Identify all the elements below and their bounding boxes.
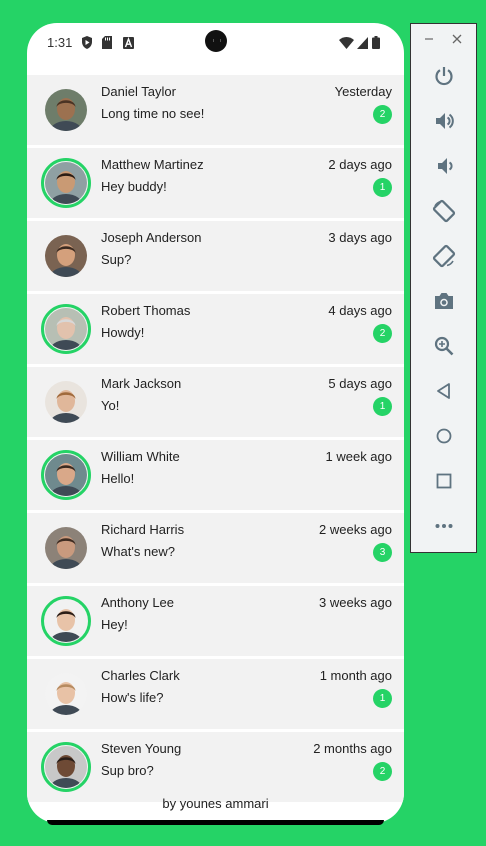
last-message: Long time no see! <box>101 106 205 121</box>
close-icon[interactable] <box>452 33 462 48</box>
camera-icon[interactable] <box>429 286 459 316</box>
shield-icon <box>81 36 93 54</box>
emulator-control-panel <box>410 23 477 553</box>
avatar <box>45 746 87 788</box>
signal-icon <box>357 36 368 54</box>
chat-list-item[interactable]: William White Hello! 1 week ago <box>27 440 404 510</box>
chat-list-item[interactable]: Charles Clark How's life? 1 month ago 1 <box>27 659 404 729</box>
contact-name: Robert Thomas <box>101 303 191 318</box>
rotate-left-icon[interactable] <box>429 196 459 226</box>
last-message: Yo! <box>101 398 120 413</box>
contact-name: Anthony Lee <box>101 595 175 610</box>
unread-badge: 1 <box>373 689 392 708</box>
status-bar: 1:31 <box>27 23 404 65</box>
avatar <box>45 162 87 204</box>
avatar <box>45 235 87 277</box>
last-message: Sup bro? <box>101 763 154 778</box>
avatar-frame[interactable] <box>41 523 91 573</box>
font-icon <box>123 36 134 54</box>
chat-list-item[interactable]: Robert Thomas Howdy! 4 days ago 2 <box>27 294 404 364</box>
avatar <box>45 527 87 569</box>
wifi-icon <box>339 36 354 54</box>
overview-icon[interactable] <box>429 466 459 496</box>
chat-list-item[interactable]: Daniel Taylor Long time no see! Yesterday 2 <box>27 75 404 145</box>
unread-badge: 1 <box>373 178 392 197</box>
more-icon[interactable] <box>429 511 459 541</box>
rotate-right-icon[interactable] <box>429 241 459 271</box>
front-camera <box>205 30 227 52</box>
avatar-online-ring[interactable] <box>41 450 91 500</box>
avatar <box>45 308 87 350</box>
avatar-frame[interactable] <box>41 377 91 427</box>
phone-bottom-edge <box>47 820 384 825</box>
battery-icon <box>372 36 380 54</box>
avatar <box>45 454 87 496</box>
last-message: Hey! <box>101 617 128 632</box>
avatar-frame[interactable] <box>41 669 91 719</box>
phone-screen: 1:31 Daniel Taylor Long time no see! Yeste… <box>27 23 404 823</box>
message-time: Yesterday <box>334 84 392 99</box>
volume-up-icon[interactable] <box>429 106 459 136</box>
chat-list-item[interactable]: Matthew Martinez Hey buddy! 2 days ago 1 <box>27 148 404 218</box>
message-time: 4 days ago <box>328 303 392 318</box>
last-message: What's new? <box>101 544 176 559</box>
unread-badge: 2 <box>373 762 392 781</box>
chat-list-item[interactable]: Joseph Anderson Sup? 3 days ago <box>27 221 404 291</box>
unread-badge: 2 <box>373 324 392 343</box>
chat-list-item[interactable]: Mark Jackson Yo! 5 days ago 1 <box>27 367 404 437</box>
message-time: 3 weeks ago <box>319 595 392 610</box>
chat-list-item[interactable]: Richard Harris What's new? 2 weeks ago 3 <box>27 513 404 583</box>
status-time: 1:31 <box>47 35 73 50</box>
contact-name: William White <box>101 449 180 464</box>
avatar-online-ring[interactable] <box>41 596 91 646</box>
contact-name: Joseph Anderson <box>101 230 202 245</box>
avatar <box>45 673 87 715</box>
last-message: Hey buddy! <box>101 179 167 194</box>
power-icon[interactable] <box>429 61 459 91</box>
avatar <box>45 600 87 642</box>
avatar <box>45 89 87 131</box>
contact-name: Richard Harris <box>101 522 185 537</box>
last-message: Howdy! <box>101 325 145 340</box>
zoom-icon[interactable] <box>429 331 459 361</box>
unread-badge: 1 <box>373 397 392 416</box>
contact-name: Charles Clark <box>101 668 180 683</box>
chat-list: Daniel Taylor Long time no see! Yesterday 2… <box>27 75 404 805</box>
contact-name: Daniel Taylor <box>101 84 176 99</box>
avatar-frame[interactable] <box>41 85 91 135</box>
message-time: 5 days ago <box>328 376 392 391</box>
last-message: Sup? <box>101 252 132 267</box>
message-time: 2 weeks ago <box>319 522 392 537</box>
contact-name: Matthew Martinez <box>101 157 204 172</box>
chat-list-item[interactable]: Anthony Lee Hey! 3 weeks ago <box>27 586 404 656</box>
footer-credit: by younes ammari <box>162 796 269 811</box>
last-message: How's life? <box>101 690 164 705</box>
avatar-online-ring[interactable] <box>41 158 91 208</box>
home-icon[interactable] <box>429 421 459 451</box>
last-message: Hello! <box>101 471 135 486</box>
back-icon[interactable] <box>429 376 459 406</box>
contact-name: Mark Jackson <box>101 376 182 391</box>
message-time: 2 months ago <box>313 741 392 756</box>
unread-badge: 3 <box>373 543 392 562</box>
avatar <box>45 381 87 423</box>
volume-down-icon[interactable] <box>429 151 459 181</box>
avatar-online-ring[interactable] <box>41 304 91 354</box>
message-time: 1 week ago <box>325 449 393 464</box>
message-time: 1 month ago <box>319 668 392 683</box>
avatar-frame[interactable] <box>41 231 91 281</box>
minimize-icon[interactable] <box>425 33 434 48</box>
contact-name: Steven Young <box>101 741 182 756</box>
unread-badge: 2 <box>373 105 392 124</box>
sd-card-icon <box>102 36 112 54</box>
message-time: 2 days ago <box>328 157 392 172</box>
message-time: 3 days ago <box>328 230 392 245</box>
